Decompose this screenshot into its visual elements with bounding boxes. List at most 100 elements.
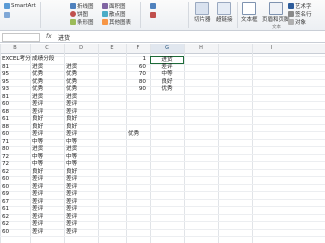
column-header-b[interactable]: B bbox=[0, 44, 30, 54]
table-cell-b[interactable]: 61 bbox=[0, 206, 9, 214]
sparkline-button[interactable] bbox=[150, 3, 156, 9]
lookup-threshold[interactable]: 1 bbox=[126, 56, 148, 64]
table-cell-c[interactable]: 差评 bbox=[30, 131, 43, 139]
smartart-button[interactable]: SmartArt bbox=[4, 3, 36, 9]
table-cell-c[interactable]: 差评 bbox=[30, 184, 43, 192]
table-cell-b[interactable]: 80 bbox=[0, 146, 9, 154]
result-cell[interactable]: 优秀 bbox=[126, 131, 156, 139]
area-chart-button[interactable]: 面积图 bbox=[102, 2, 126, 10]
wordart-button[interactable]: 艺术字 bbox=[288, 2, 312, 10]
object-button[interactable]: 对象 bbox=[288, 18, 306, 26]
table-cell-c[interactable]: 优秀 bbox=[30, 71, 43, 79]
table-cell-c[interactable]: 中等 bbox=[30, 161, 43, 169]
line-chart-button[interactable]: 折线图 bbox=[70, 2, 94, 10]
column-header-f[interactable]: F bbox=[126, 44, 150, 54]
lookup-threshold[interactable]: 60 bbox=[126, 64, 148, 72]
sparkline-button-2[interactable] bbox=[150, 12, 156, 18]
column-header-h[interactable]: H bbox=[184, 44, 218, 54]
table-cell-d[interactable]: 差评 bbox=[64, 221, 77, 229]
table-cell-c[interactable]: 优秀 bbox=[30, 79, 43, 87]
textbox-button[interactable]: 文本框 bbox=[241, 2, 258, 23]
table-cell-d[interactable]: 优秀 bbox=[64, 71, 77, 79]
table-cell-b[interactable]: 62 bbox=[0, 214, 9, 222]
table-cell-c[interactable]: 进货 bbox=[30, 94, 43, 102]
table-cell-c[interactable]: 差评 bbox=[30, 229, 43, 237]
table-cell-d[interactable]: 中等 bbox=[64, 161, 77, 169]
table-cell-b[interactable]: 95 bbox=[0, 71, 9, 79]
table-cell-d[interactable]: 进货 bbox=[64, 146, 77, 154]
spreadsheet-grid[interactable]: BCDEFGHI EXCEL考分 成绩分段 81 进货 进货 95 优秀 优秀 95 优秀 优秀 93… bbox=[0, 44, 325, 243]
table-cell-b[interactable]: 61 bbox=[0, 116, 9, 124]
table-cell-d[interactable]: 良好 bbox=[64, 169, 77, 177]
table-cell-c[interactable]: 优秀 bbox=[30, 86, 43, 94]
table-cell-b[interactable]: 71 bbox=[0, 139, 9, 147]
lookup-threshold[interactable]: 90 bbox=[126, 86, 148, 94]
fx-icon[interactable]: fx bbox=[46, 33, 52, 40]
table-cell-b[interactable]: 62 bbox=[0, 221, 9, 229]
hyperlink-button[interactable]: 超链接 bbox=[216, 2, 233, 23]
active-cell[interactable]: 进货 bbox=[150, 56, 184, 64]
column-header-d[interactable]: D bbox=[64, 44, 98, 54]
header-cell-b[interactable]: EXCEL考分 bbox=[0, 56, 31, 64]
table-cell-d[interactable]: 进货 bbox=[64, 94, 77, 102]
table-cell-b[interactable]: 62 bbox=[0, 169, 9, 177]
table-cell-b[interactable]: 81 bbox=[0, 64, 9, 72]
table-cell-d[interactable]: 差评 bbox=[64, 109, 77, 117]
table-cell-d[interactable]: 中等 bbox=[64, 154, 77, 162]
table-cell-d[interactable]: 差评 bbox=[64, 131, 77, 139]
table-cell-c[interactable]: 差评 bbox=[30, 199, 43, 207]
table-cell-d[interactable]: 差评 bbox=[64, 176, 77, 184]
table-cell-c[interactable]: 差评 bbox=[30, 214, 43, 222]
screenshot-button[interactable] bbox=[4, 12, 10, 18]
table-cell-d[interactable]: 差评 bbox=[64, 199, 77, 207]
table-cell-b[interactable]: 72 bbox=[0, 161, 9, 169]
lookup-grade[interactable]: 差评 bbox=[150, 64, 184, 72]
table-cell-b[interactable]: 60 bbox=[0, 101, 9, 109]
table-cell-c[interactable]: 差评 bbox=[30, 221, 43, 229]
table-cell-b[interactable]: 60 bbox=[0, 229, 9, 237]
table-cell-c[interactable]: 差评 bbox=[30, 101, 43, 109]
table-cell-c[interactable]: 进货 bbox=[30, 146, 43, 154]
lookup-threshold[interactable]: 70 bbox=[126, 71, 148, 79]
column-header-g[interactable]: G bbox=[150, 44, 184, 54]
pie-chart-button[interactable]: 饼图 bbox=[70, 10, 88, 18]
signature-line-button[interactable]: 签名行 bbox=[288, 10, 312, 18]
column-header-e[interactable]: E bbox=[98, 44, 126, 54]
lookup-grade[interactable]: 良好 bbox=[150, 79, 184, 87]
table-cell-c[interactable]: 良好 bbox=[30, 124, 43, 132]
lookup-threshold[interactable]: 80 bbox=[126, 79, 148, 87]
table-cell-d[interactable]: 差评 bbox=[64, 206, 77, 214]
table-cell-b[interactable]: 68 bbox=[0, 109, 9, 117]
table-cell-b[interactable]: 81 bbox=[0, 94, 9, 102]
table-cell-c[interactable]: 差评 bbox=[30, 176, 43, 184]
table-cell-d[interactable]: 良好 bbox=[64, 124, 77, 132]
table-cell-c[interactable]: 差评 bbox=[30, 109, 43, 117]
table-cell-c[interactable]: 良好 bbox=[30, 169, 43, 177]
table-cell-b[interactable]: 69 bbox=[0, 191, 9, 199]
bar-chart-button[interactable]: 条形图 bbox=[70, 18, 94, 26]
lookup-grade[interactable]: 中等 bbox=[150, 71, 184, 79]
table-cell-c[interactable]: 中等 bbox=[30, 139, 43, 147]
table-cell-d[interactable]: 中等 bbox=[64, 139, 77, 147]
table-cell-c[interactable]: 中等 bbox=[30, 154, 43, 162]
table-cell-b[interactable]: 88 bbox=[0, 124, 9, 132]
table-cell-b[interactable]: 67 bbox=[0, 199, 9, 207]
table-cell-c[interactable]: 差评 bbox=[30, 206, 43, 214]
table-cell-d[interactable]: 差评 bbox=[64, 191, 77, 199]
table-cell-c[interactable]: 差评 bbox=[30, 191, 43, 199]
column-header-c[interactable]: C bbox=[30, 44, 64, 54]
table-cell-d[interactable]: 优秀 bbox=[64, 79, 77, 87]
table-cell-c[interactable]: 良好 bbox=[30, 116, 43, 124]
table-cell-d[interactable]: 差评 bbox=[64, 101, 77, 109]
table-cell-d[interactable]: 差评 bbox=[64, 214, 77, 222]
header-cell-c[interactable]: 成绩分段 bbox=[30, 56, 54, 64]
table-cell-b[interactable]: 60 bbox=[0, 176, 9, 184]
slicer-button[interactable]: 切片器 bbox=[194, 2, 211, 23]
table-cell-b[interactable]: 93 bbox=[0, 86, 9, 94]
table-cell-d[interactable]: 良好 bbox=[64, 116, 77, 124]
table-cell-c[interactable]: 进货 bbox=[30, 64, 43, 72]
table-cell-d[interactable]: 优秀 bbox=[64, 86, 77, 94]
table-cell-b[interactable]: 60 bbox=[0, 184, 9, 192]
header-footer-button[interactable]: 页眉和页脚 bbox=[262, 2, 290, 23]
table-cell-b[interactable]: 60 bbox=[0, 131, 9, 139]
